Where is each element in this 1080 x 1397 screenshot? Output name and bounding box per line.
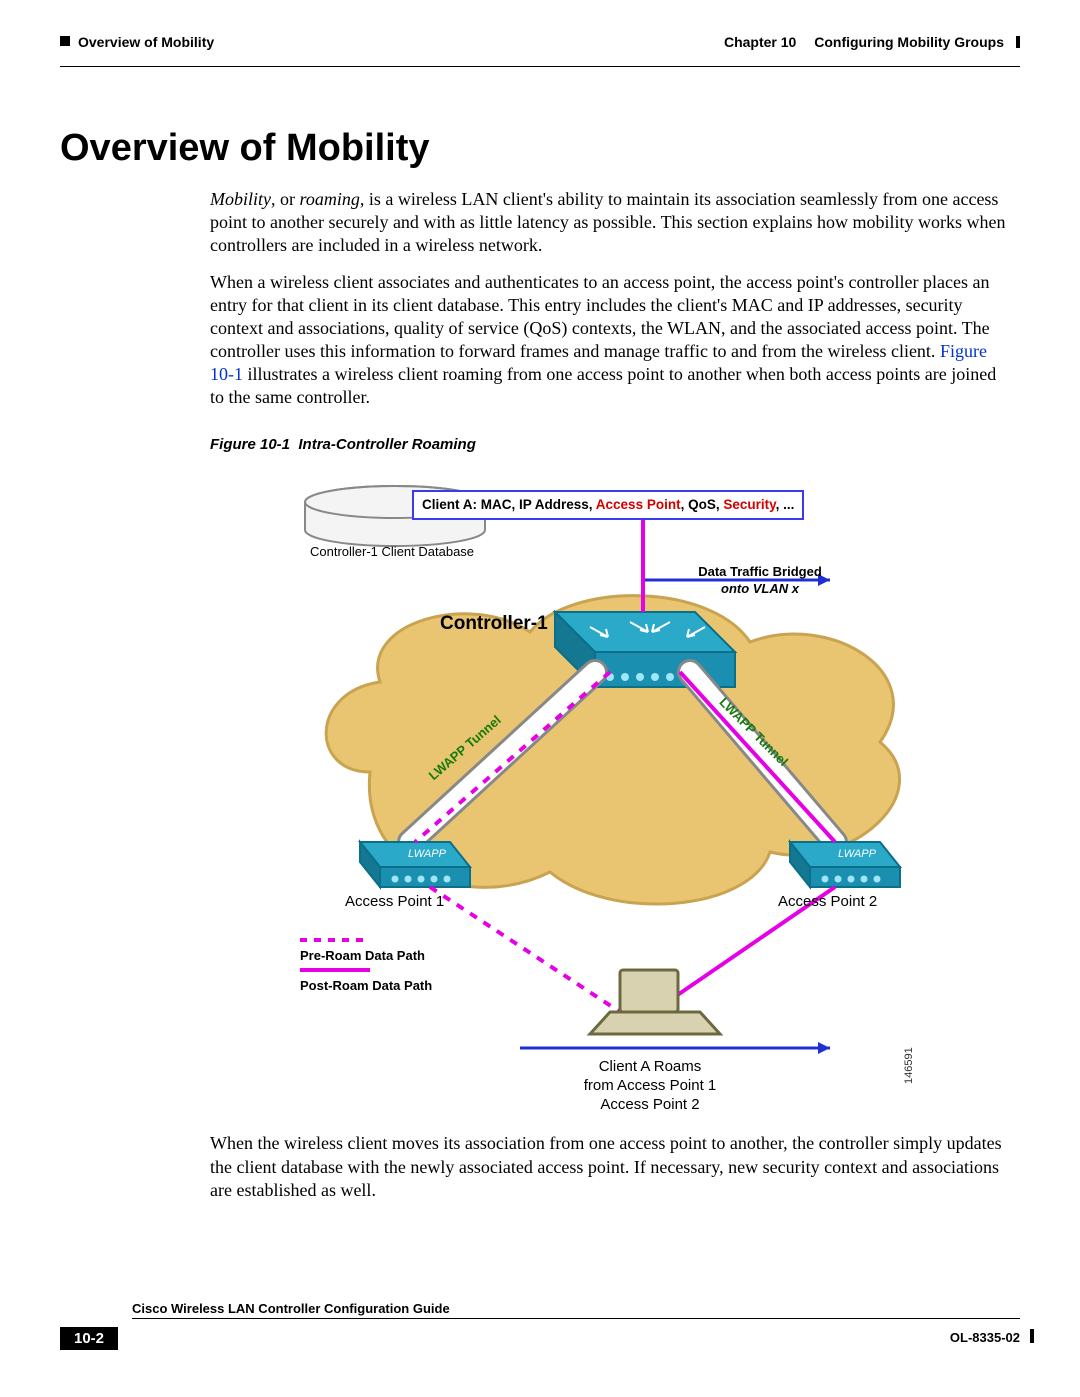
running-section: Overview of Mobility [78,34,214,50]
chapter-label: Chapter 10 [724,34,796,50]
doc-number: OL-8335-02 [950,1330,1020,1345]
term-mobility: Mobility [210,189,271,209]
traffic-l2: onto VLAN x [660,581,860,598]
traffic-l1: Data Traffic Bridged [660,564,860,581]
post-figure-paragraph: When the wireless client moves its assoc… [210,1132,1010,1201]
intro-sep: , or [271,189,300,209]
database-paragraph: When a wireless client associates and au… [210,271,1010,409]
svg-text:LWAPP: LWAPP [838,848,877,860]
db-label: Controller-1 Client Database [310,544,510,561]
legend-post: Post-Roam Data Path [300,978,432,995]
roam-l1: Client A Roams [550,1058,750,1077]
client-security-field: Security [723,497,775,512]
running-chapter: Chapter 10 Configuring Mobility Groups [724,34,1004,50]
guide-title: Cisco Wireless LAN Controller Configurat… [132,1301,1020,1319]
para2-after: illustrates a wireless client roaming fr… [210,364,996,407]
para2-before: When a wireless client associates and au… [210,272,990,361]
term-roaming: roaming [300,189,360,209]
page-title: Overview of Mobility [60,127,1020,170]
header-mark-left [60,36,70,46]
ap1-label: Access Point 1 [345,892,444,911]
page-number: 10-2 [60,1327,118,1350]
client-suffix: , ... [776,497,795,512]
footer-mark [1030,1329,1034,1343]
client-fields-1: MAC, IP Address, [481,497,596,512]
client-prefix: Client A: [422,497,481,512]
traffic-label: Data Traffic Bridged onto VLAN x [660,564,860,597]
chapter-title: Configuring Mobility Groups [814,34,1004,50]
client-ap-field: Access Point [596,497,681,512]
running-head: Overview of Mobility Chapter 10 Configur… [60,30,1020,62]
client-fields-2: , QoS, [681,497,724,512]
svg-text:LWAPP: LWAPP [408,848,447,860]
figure-number: Figure 10-1 [210,436,290,453]
figure-caption: Figure 10-1 Intra-Controller Roaming [210,435,1010,454]
roam-l3: Access Point 2 [550,1096,750,1115]
figure-title: Intra-Controller Roaming [298,436,476,453]
figure-art-id: 146591 [902,1048,916,1085]
client-database-entry: Client A: MAC, IP Address, Access Point,… [412,490,804,519]
legend-pre: Pre-Roam Data Path [300,948,425,965]
roam-l2: from Access Point 1 [550,1077,750,1096]
ap2-label: Access Point 2 [778,892,877,911]
intro-paragraph: Mobility, or roaming, is a wireless LAN … [210,188,1010,257]
roam-caption: Client A Roams from Access Point 1 Acces… [550,1058,750,1114]
header-mark-right [1016,36,1020,48]
header-rule [60,66,1020,67]
controller-label: Controller-1 [440,612,548,636]
figure-diagram: LWAPP LWAPP [290,472,930,1112]
page-footer: Cisco Wireless LAN Controller Configurat… [60,1301,1020,1351]
